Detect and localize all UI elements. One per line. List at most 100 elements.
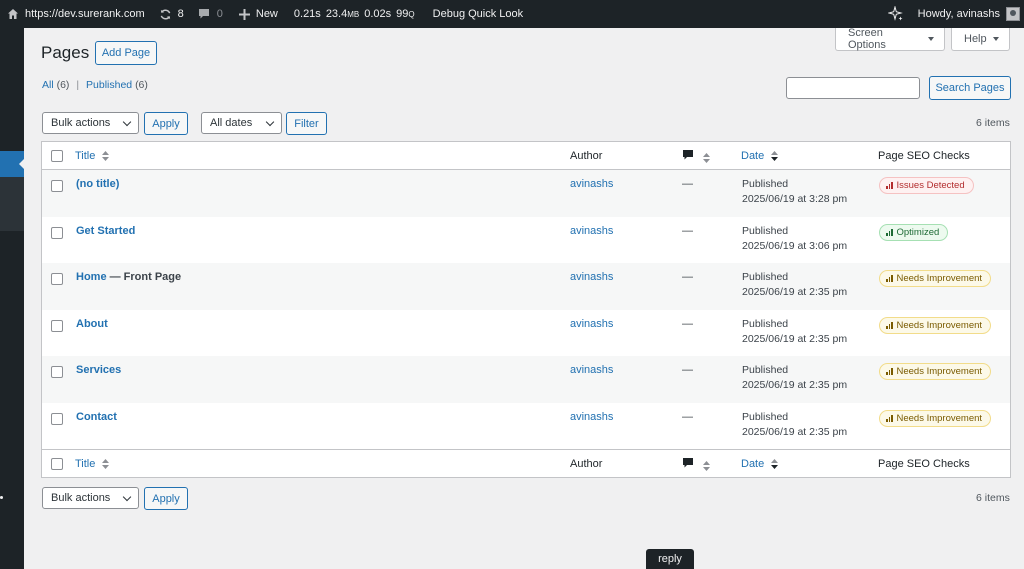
bulk-actions-select-bottom[interactable]: Bulk actions: [42, 487, 139, 509]
row-title: Contact: [76, 411, 117, 423]
comments-link[interactable]: 0: [190, 0, 229, 28]
row-checkbox[interactable]: [51, 319, 63, 332]
row-title-link[interactable]: About: [76, 318, 108, 330]
chevron-down-icon: [265, 117, 275, 126]
seo-status-badge[interactable]: Issues Detected: [879, 177, 974, 194]
table-row: Services avinashs — Published 2025/06/19 at …: [42, 356, 1010, 403]
sparkle-icon: [887, 6, 903, 21]
column-comments-header[interactable]: [682, 149, 711, 164]
signal-bars-icon: [886, 414, 893, 422]
dates-filter-label: All dates: [210, 117, 253, 129]
bulk-actions-select[interactable]: Bulk actions: [42, 112, 139, 134]
column-date-footer[interactable]: Date: [741, 458, 779, 470]
column-comments-footer[interactable]: [682, 457, 711, 472]
row-checkbox[interactable]: [51, 366, 63, 378]
row-comments: —: [682, 317, 693, 330]
select-all-checkbox-footer[interactable]: [51, 458, 63, 470]
row-checkbox[interactable]: [51, 180, 63, 192]
debug-quick-look-link[interactable]: Debug Quick Look: [421, 0, 530, 28]
seo-status-label: Needs Improvement: [896, 319, 983, 331]
sort-arrows-icon: [703, 461, 711, 472]
row-title-link[interactable]: Contact: [76, 411, 117, 423]
admin-bar: https://dev.surerank.com 8 0 New 0.21s 2…: [0, 0, 1024, 28]
pages-table: Title Author Date Page SEO Checks (no ti…: [41, 141, 1011, 478]
chevron-down-icon: [122, 117, 132, 126]
row-date: Published 2025/06/19 at 2:35 pm: [742, 270, 847, 300]
seo-status-badge[interactable]: Needs Improvement: [879, 363, 992, 380]
row-date-value: 2025/06/19 at 2:35 pm: [742, 425, 848, 438]
row-title-link[interactable]: Home: [76, 271, 107, 283]
column-author-footer: Author: [570, 458, 603, 470]
row-comments: —: [682, 410, 693, 423]
row-title-link[interactable]: Get Started: [76, 225, 135, 237]
row-comments: —: [682, 364, 693, 376]
select-all-checkbox[interactable]: [51, 150, 63, 162]
add-page-button[interactable]: Add Page: [95, 41, 157, 65]
items-count-bottom: 6 items: [976, 492, 1010, 504]
howdy-text: Howdy, avinashs: [917, 8, 1000, 20]
page-title: Pages: [41, 43, 90, 62]
caret-down-icon: [928, 37, 934, 41]
column-title-header[interactable]: Title: [75, 150, 110, 162]
reply-tooltip: reply: [646, 549, 694, 569]
search-pages-button[interactable]: Search Pages: [929, 76, 1011, 100]
row-checkbox[interactable]: [51, 226, 63, 239]
apply-button-bottom[interactable]: Apply: [144, 487, 188, 510]
row-checkbox[interactable]: [51, 412, 63, 425]
refresh-icon: [160, 9, 170, 19]
site-home-link[interactable]: https://dev.surerank.com: [0, 0, 151, 28]
seo-status-badge[interactable]: Needs Improvement: [879, 409, 992, 427]
row-author-link[interactable]: avinashs: [570, 178, 613, 190]
dates-filter-select[interactable]: All dates: [201, 112, 282, 134]
seo-status-label: Needs Improvement: [896, 412, 983, 424]
help-button[interactable]: Help: [951, 28, 1010, 51]
row-title-link[interactable]: Services: [76, 364, 121, 376]
account-menu[interactable]: Howdy, avinashs: [912, 0, 1024, 28]
updates-link[interactable]: 8: [151, 0, 190, 28]
site-url: https://dev.surerank.com: [25, 8, 145, 20]
filter-button[interactable]: Filter: [286, 112, 327, 135]
seo-status-label: Needs Improvement: [896, 366, 983, 377]
row-date: Published 2025/06/19 at 3:06 pm: [742, 224, 847, 254]
chevron-down-icon: [122, 492, 132, 501]
perf-time: 0.21s: [293, 8, 321, 20]
query-monitor-menu[interactable]: 0.21s 23.4 MB 0.02s 99 Q: [284, 0, 421, 28]
row-author-link[interactable]: avinashs: [570, 225, 613, 237]
view-all-count: (6): [56, 79, 70, 91]
row-date-value: 2025/06/19 at 2:35 pm: [742, 379, 848, 391]
row-title-link[interactable]: (no title): [76, 178, 119, 190]
row-author-link[interactable]: avinashs: [570, 411, 613, 423]
screen-options-button[interactable]: Screen Options: [835, 27, 945, 51]
apply-button[interactable]: Apply: [144, 112, 188, 135]
view-published-link[interactable]: Published (6): [86, 79, 148, 91]
ai-assistant-button[interactable]: [882, 0, 912, 28]
row-date: Published 2025/06/19 at 3:28 pm: [742, 177, 847, 207]
row-date: Published 2025/06/19 at 2:35 pm: [742, 317, 847, 347]
sort-arrows-icon: [102, 151, 110, 162]
row-author-link[interactable]: avinashs: [570, 318, 613, 330]
table-row: Get Started avinashs — Published 2025/06/19 …: [42, 217, 1010, 264]
sidebar-submenu[interactable]: [0, 177, 24, 231]
help-label: Help: [964, 33, 987, 45]
search-input[interactable]: [786, 77, 920, 99]
row-title-suffix: — Front Page: [106, 271, 182, 283]
sidebar-item-pages[interactable]: [0, 151, 25, 177]
comment-bubble-icon: [683, 458, 693, 468]
row-author-link[interactable]: avinashs: [570, 364, 613, 376]
new-content-menu[interactable]: New: [229, 0, 284, 28]
view-all-label: All: [42, 79, 54, 91]
seo-status-badge[interactable]: Needs Improvement: [879, 270, 992, 287]
items-count-top: 6 items: [976, 117, 1010, 129]
row-author-link[interactable]: avinashs: [570, 271, 613, 283]
updates-count: 8: [177, 8, 184, 20]
view-all-link[interactable]: All (6): [42, 79, 69, 91]
column-title-label: Title: [75, 458, 96, 470]
row-status: Published: [742, 271, 789, 283]
perf-db-time: 0.02s: [364, 8, 392, 20]
sort-desc-icon: [771, 459, 779, 470]
row-checkbox[interactable]: [51, 273, 63, 285]
column-title-footer[interactable]: Title: [75, 458, 110, 470]
seo-status-badge[interactable]: Optimized: [879, 223, 949, 241]
column-date-header[interactable]: Date: [741, 150, 779, 162]
seo-status-badge[interactable]: Needs Improvement: [879, 316, 992, 334]
